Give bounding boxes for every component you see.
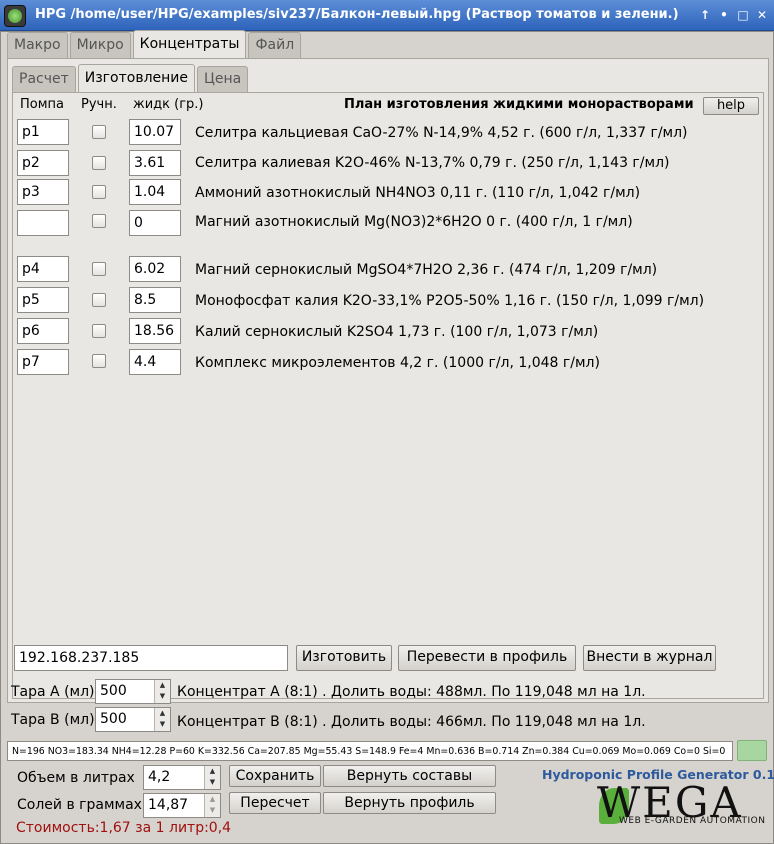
- help-button[interactable]: help: [703, 97, 759, 115]
- restore-profile-button[interactable]: Вернуть профиль: [323, 792, 496, 814]
- tara-b-value: 500: [100, 711, 127, 727]
- reagent-label: Магний сернокислый MgSO4*7H2O 2,36 г. (4…: [195, 262, 658, 278]
- liquid-field[interactable]: 3.61: [129, 150, 181, 176]
- recalc-button[interactable]: Пересчет: [229, 792, 321, 814]
- pump-field[interactable]: p7: [17, 349, 69, 375]
- reagent-label: Комплекс микроэлементов 4,2 г. (1000 г/л…: [195, 355, 600, 371]
- salts-value: 14,87: [148, 797, 189, 813]
- liquid-field[interactable]: 0: [129, 210, 181, 236]
- tara-a-label: Тара A (мл): [11, 684, 95, 700]
- pump-field[interactable]: p4: [17, 256, 69, 282]
- make-button[interactable]: Изготовить: [296, 645, 392, 671]
- title-bar: HPG /home/user/HPG/examples/siv237/Балко…: [0, 0, 774, 31]
- spin-arrows-icon[interactable]: ▲ ▼: [204, 794, 220, 817]
- tab-concentrates[interactable]: Концентраты: [132, 30, 247, 58]
- tara-b-info: Концентрат B (8:1) . Долить воды: 466мл.…: [177, 714, 646, 730]
- manual-checkbox[interactable]: [92, 185, 106, 199]
- plan-title: План изготовления жидкими монорастворами: [344, 97, 694, 112]
- spin-arrows-icon[interactable]: ▲ ▼: [154, 680, 170, 703]
- pump-field[interactable]: p2: [17, 150, 69, 176]
- to-journal-button[interactable]: Внести в журнал: [583, 645, 716, 671]
- volume-value: 4,2: [148, 769, 171, 785]
- main-window: Макро Микро Концентраты Файл Расчет Изго…: [0, 30, 774, 844]
- volume-spinbox[interactable]: 4,2 ▲ ▼: [143, 765, 221, 790]
- manual-checkbox[interactable]: [92, 354, 106, 368]
- pump-field[interactable]: [17, 210, 69, 236]
- reagent-label: Аммоний азотнокислый NH4NO3 0,11 г. (110…: [195, 185, 641, 201]
- logo-subtitle: WEB E-GARDEN AUTOMATION: [619, 816, 766, 826]
- sub-tabs: Расчет Изготовление Цена: [12, 64, 250, 92]
- reagent-label: Селитра калиевая K2O-46% N-13,7% 0,79 г.…: [195, 155, 670, 171]
- pump-field[interactable]: p1: [17, 119, 69, 145]
- header-liquid: жидк (гр.): [133, 97, 204, 112]
- salts-label: Солей в граммах:: [17, 797, 147, 813]
- salts-spinbox[interactable]: 14,87 ▲ ▼: [143, 793, 221, 818]
- liquid-field[interactable]: 8.5: [129, 287, 181, 313]
- manual-checkbox[interactable]: [92, 125, 106, 139]
- manufacture-pane: [12, 92, 764, 699]
- manual-checkbox[interactable]: [92, 293, 106, 307]
- reagent-label: Селитра кальциевая CaO-27% N-14,9% 4,52 …: [195, 125, 688, 141]
- liquid-field[interactable]: 4.4: [129, 349, 181, 375]
- manual-checkbox[interactable]: [92, 324, 106, 338]
- window-title: HPG /home/user/HPG/examples/siv237/Балко…: [35, 7, 679, 22]
- tab-manufacture[interactable]: Изготовление: [77, 64, 196, 92]
- element-profile-line[interactable]: N=196 NO3=183.34 NH4=12.28 P=60 K=332.56…: [7, 741, 733, 761]
- liquid-field[interactable]: 1.04: [129, 179, 181, 205]
- header-pump: Помпа: [20, 97, 65, 112]
- tab-file[interactable]: Файл: [248, 32, 302, 58]
- volume-label: Объем в литрах: [17, 770, 135, 786]
- tara-a-value: 500: [100, 683, 127, 699]
- status-indicator[interactable]: [737, 740, 767, 761]
- tara-a-info: Концентрат A (8:1) . Долить воды: 488мл.…: [177, 684, 646, 700]
- app-icon: [4, 5, 26, 27]
- manual-checkbox[interactable]: [92, 262, 106, 276]
- header-manual: Ручн.: [81, 97, 117, 112]
- to-profile-button[interactable]: Перевести в профиль: [398, 645, 576, 671]
- reagent-label: Монофосфат калия K2O-33,1% P2O5-50% 1,16…: [195, 293, 705, 309]
- spin-arrows-icon[interactable]: ▲ ▼: [204, 766, 220, 789]
- reagent-label: Калий сернокислый K2SO4 1,73 г. (100 г/л…: [195, 324, 599, 340]
- liquid-field[interactable]: 18.56: [129, 318, 181, 344]
- tara-b-spinbox[interactable]: 500 ▲ ▼: [95, 707, 171, 732]
- keep-above-button[interactable]: ↑: [697, 7, 713, 23]
- manual-checkbox[interactable]: [92, 156, 106, 170]
- manual-checkbox[interactable]: [92, 214, 106, 228]
- tab-calculation[interactable]: Расчет: [12, 66, 76, 92]
- save-button[interactable]: Сохранить: [229, 765, 321, 787]
- tab-micro[interactable]: Микро: [69, 32, 131, 58]
- tab-macro[interactable]: Макро: [7, 32, 68, 58]
- minimize-button[interactable]: •: [716, 7, 732, 23]
- tara-a-spinbox[interactable]: 500 ▲ ▼: [95, 679, 171, 704]
- spin-arrows-icon[interactable]: ▲ ▼: [154, 708, 170, 731]
- liquid-field[interactable]: 10.07: [129, 119, 181, 145]
- close-button[interactable]: ✕: [754, 7, 770, 23]
- tab-price[interactable]: Цена: [197, 66, 249, 92]
- wega-logo: WEGA WEB E-GARDEN AUTOMATION: [595, 778, 765, 830]
- restore-compositions-button[interactable]: Вернуть составы: [323, 765, 496, 787]
- reagent-label: Магний азотнокислый Mg(NO3)2*6H2O 0 г. (…: [195, 214, 633, 230]
- liquid-field[interactable]: 6.02: [129, 256, 181, 282]
- main-tabs: Макро Микро Концентраты Файл: [7, 30, 303, 58]
- pump-field[interactable]: p5: [17, 287, 69, 313]
- pump-field[interactable]: p6: [17, 318, 69, 344]
- tara-b-label: Тара B (мл): [11, 712, 95, 728]
- cost-label: Стоимость:1,67 за 1 литр:0,4: [16, 820, 232, 836]
- pump-field[interactable]: p3: [17, 179, 69, 205]
- maximize-button[interactable]: □: [735, 7, 751, 23]
- ip-address-input[interactable]: 192.168.237.185: [14, 645, 288, 671]
